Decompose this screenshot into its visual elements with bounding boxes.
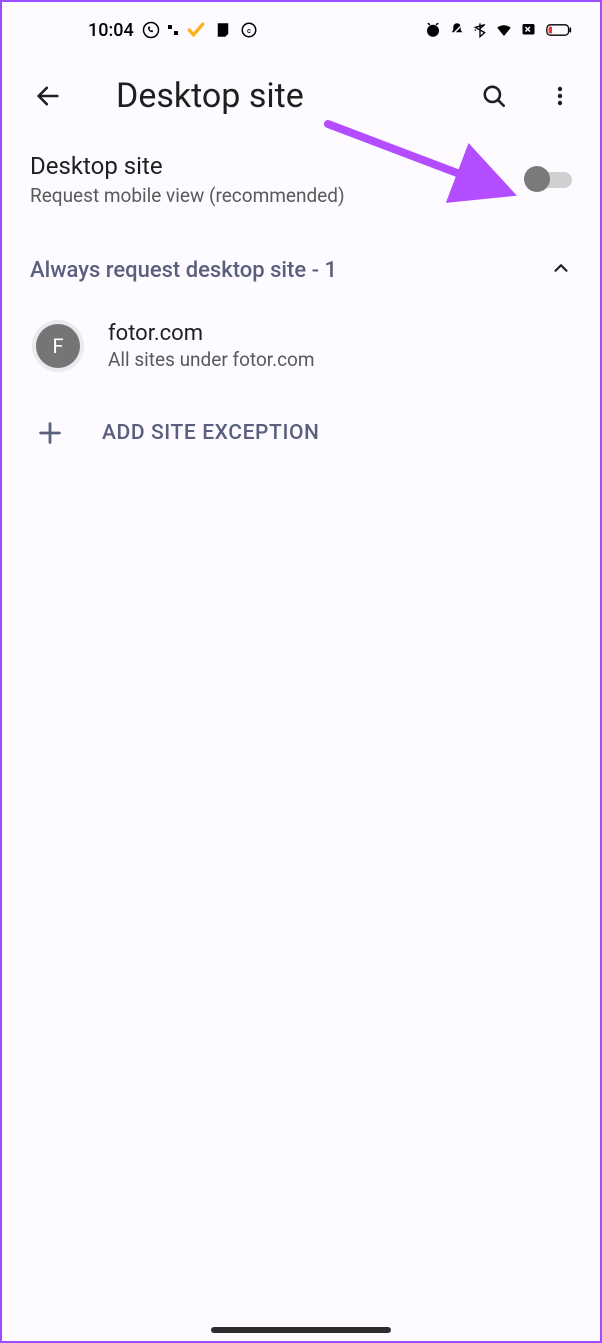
section-title: Always request desktop site - 1 [30, 258, 550, 283]
more-button[interactable] [538, 74, 582, 118]
navigation-handle[interactable] [211, 1327, 391, 1333]
setting-title: Desktop site [30, 152, 526, 180]
alarm-icon [424, 21, 442, 39]
signal-x-icon [520, 21, 540, 39]
status-time: 10:04 [88, 20, 134, 41]
note-icon [214, 21, 232, 39]
site-avatar: F [36, 324, 80, 368]
status-bar: 10:04 c [2, 2, 600, 54]
back-button[interactable] [26, 74, 70, 118]
app-bar: Desktop site [2, 54, 600, 132]
battery-low-icon [546, 23, 572, 37]
circle-icon: c [240, 21, 258, 39]
desktop-site-toggle[interactable] [526, 170, 572, 190]
check-icon [186, 20, 206, 40]
search-button[interactable] [472, 74, 516, 118]
wifi-icon [494, 21, 514, 39]
site-subtitle: All sites under fotor.com [108, 348, 572, 371]
page-title: Desktop site [116, 76, 450, 116]
notifications-off-icon [448, 21, 466, 39]
desktop-site-setting[interactable]: Desktop site Request mobile view (recomm… [2, 132, 600, 225]
always-request-section[interactable]: Always request desktop site - 1 [2, 225, 600, 297]
plus-icon [36, 419, 64, 447]
whatsapp-icon [142, 21, 160, 39]
site-name: fotor.com [108, 321, 572, 346]
add-site-label: ADD SITE EXCEPTION [102, 421, 320, 445]
setting-subtitle: Request mobile view (recommended) [30, 184, 526, 207]
square-dot-icon [168, 25, 178, 35]
add-site-exception-button[interactable]: ADD SITE EXCEPTION [2, 391, 600, 467]
svg-text:c: c [247, 26, 251, 35]
bluetooth-icon [472, 21, 488, 39]
chevron-up-icon [550, 257, 572, 283]
site-item[interactable]: F fotor.com All sites under fotor.com [2, 297, 600, 391]
